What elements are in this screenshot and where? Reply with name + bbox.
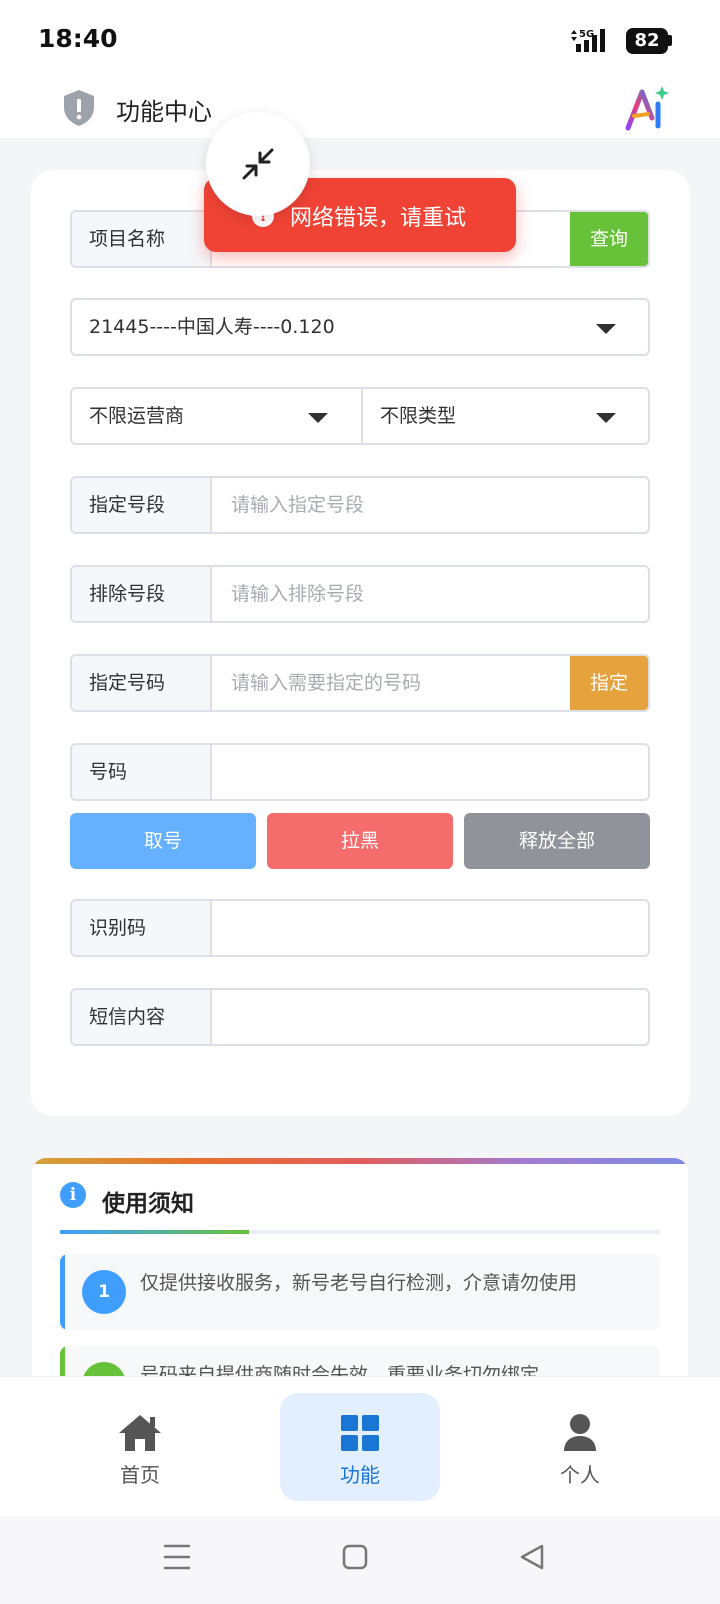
sms-label: 短信内容 — [72, 990, 212, 1044]
tab-functions-label: 功能 — [340, 1463, 380, 1487]
notice-divider-accent — [60, 1230, 249, 1234]
sms-group: 短信内容 — [70, 988, 650, 1046]
exclude-input[interactable] — [214, 567, 648, 621]
notice-item: 1 仅提供接收服务，新号老号自行检测，介意请勿使用 — [60, 1254, 660, 1330]
filter-selects: 不限运营商 不限类型 — [70, 387, 650, 445]
get-number-button[interactable]: 取号 — [70, 813, 256, 869]
tab-home[interactable]: 首页 — [60, 1393, 220, 1501]
collapse-float-button[interactable] — [206, 112, 310, 216]
ai-assistant-icon[interactable] — [622, 84, 670, 132]
notice-gradient-bar — [32, 1158, 688, 1164]
code-group: 识别码 — [70, 899, 650, 957]
tab-profile[interactable]: 个人 — [500, 1393, 660, 1501]
number-input[interactable] — [214, 745, 648, 799]
home-square-icon[interactable] — [341, 1542, 369, 1572]
number-group: 号码 — [70, 743, 650, 801]
grid-icon — [341, 1415, 379, 1451]
battery-indicator: 82 — [626, 28, 668, 54]
tab-profile-label: 个人 — [560, 1463, 600, 1487]
type-select-value: 不限类型 — [380, 405, 457, 427]
prefix-input[interactable] — [214, 478, 648, 532]
number-label: 号码 — [72, 745, 212, 799]
prefix-label: 指定号段 — [72, 478, 212, 532]
exclude-label: 排除号段 — [72, 567, 212, 621]
project-select[interactable]: 21445----中国人寿----0.120 — [70, 298, 650, 356]
chevron-down-icon — [596, 324, 616, 334]
status-bar: 18:40 5G 82 — [0, 0, 720, 80]
signal-5g-icon: 5G — [571, 29, 605, 52]
specify-group: 指定号码 指定 — [70, 654, 650, 712]
notice-title: 使用须知 — [102, 1191, 194, 1217]
tab-home-label: 首页 — [120, 1463, 160, 1487]
app-header: 功能中心 — [0, 80, 720, 138]
home-icon — [119, 1415, 161, 1451]
collapse-arrows-icon — [242, 148, 274, 180]
notice-item-text: 仅提供接收服务，新号老号自行检测，介意请勿使用 — [140, 1272, 578, 1294]
tab-functions[interactable]: 功能 — [280, 1393, 440, 1501]
notice-item-stripe — [60, 1254, 65, 1330]
release-all-button[interactable]: 释放全部 — [464, 813, 650, 869]
specify-label: 指定号码 — [72, 656, 212, 710]
menu-icon[interactable] — [163, 1542, 191, 1572]
sms-input[interactable] — [214, 990, 648, 1044]
chevron-down-icon — [308, 413, 328, 423]
battery-tip — [668, 35, 672, 46]
back-triangle-icon[interactable] — [518, 1542, 546, 1572]
operator-select[interactable]: 不限运营商 — [72, 389, 361, 443]
project-name-label: 项目名称 — [72, 212, 212, 266]
project-select-value: 21445----中国人寿----0.120 — [89, 316, 335, 338]
code-label: 识别码 — [72, 901, 212, 955]
toast-message: 网络错误，请重试 — [290, 206, 467, 231]
bottom-tab-bar: 首页 功能 个人 — [0, 1376, 720, 1516]
chevron-down-icon — [596, 413, 616, 423]
page-title: 功能中心 — [116, 98, 212, 126]
block-button[interactable]: 拉黑 — [267, 813, 453, 869]
info-icon: i — [60, 1182, 86, 1208]
network-label: 5G — [579, 29, 594, 40]
shield-warning-icon — [64, 90, 94, 126]
code-input[interactable] — [214, 901, 648, 955]
notice-card: i 使用须知 1 仅提供接收服务，新号老号自行检测，介意请勿使用 2 号码来自提… — [32, 1158, 688, 1398]
action-buttons: 取号 拉黑 释放全部 — [70, 813, 650, 869]
type-select[interactable]: 不限类型 — [361, 389, 648, 443]
status-time: 18:40 — [38, 24, 118, 53]
operator-select-value: 不限运营商 — [89, 405, 185, 427]
query-button[interactable]: 查询 — [570, 212, 648, 266]
specify-button[interactable]: 指定 — [570, 656, 648, 710]
notice-item-number: 1 — [82, 1270, 126, 1314]
specify-input[interactable] — [214, 656, 570, 710]
prefix-group: 指定号段 — [70, 476, 650, 534]
exclude-group: 排除号段 — [70, 565, 650, 623]
user-icon — [564, 1414, 596, 1451]
system-nav-bar — [0, 1516, 720, 1604]
